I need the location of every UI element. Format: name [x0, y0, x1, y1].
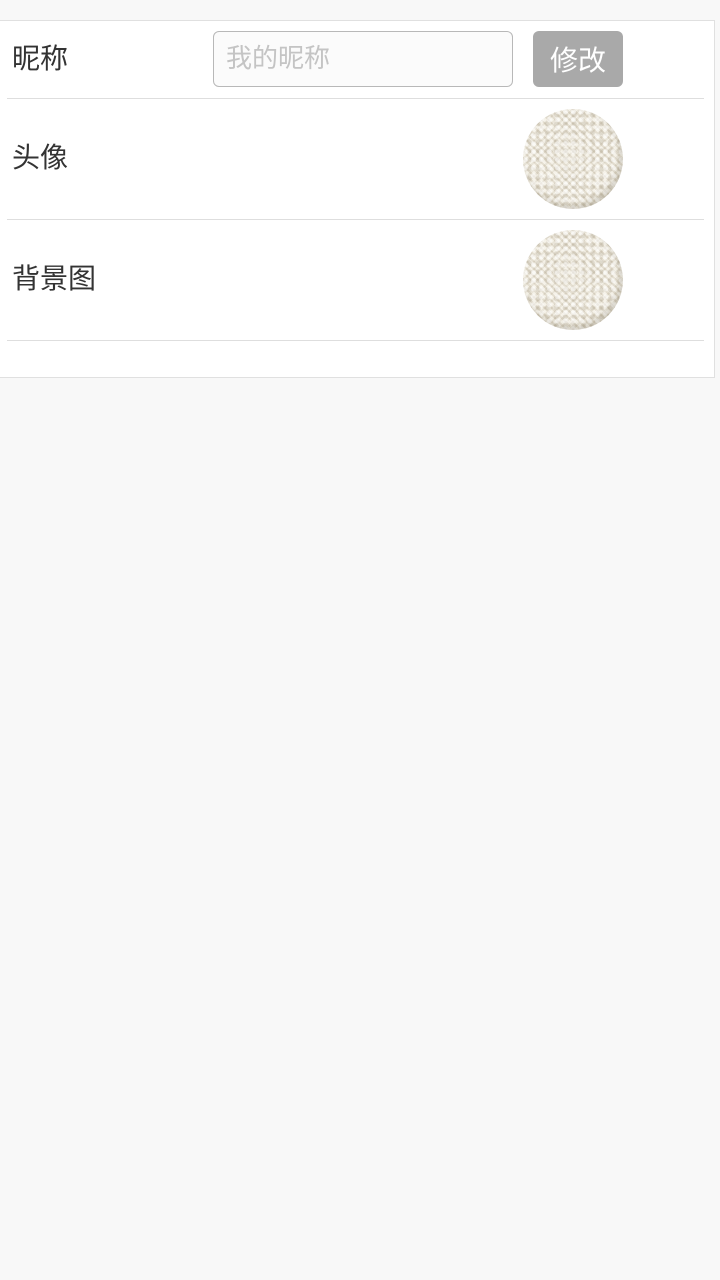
background-image-row[interactable]: 背景图	[7, 220, 704, 341]
nickname-row: 昵称 修改	[7, 21, 704, 99]
avatar-label: 头像	[12, 141, 69, 174]
avatar-image[interactable]	[523, 109, 623, 209]
background-image-label: 背景图	[12, 262, 97, 295]
modify-nickname-button[interactable]: 修改	[533, 31, 623, 87]
nickname-label: 昵称	[12, 42, 69, 75]
nickname-input[interactable]	[213, 31, 513, 87]
profile-settings-card: 昵称 修改 头像 背景图	[0, 20, 715, 378]
background-image-thumbnail[interactable]	[523, 230, 623, 330]
avatar-row[interactable]: 头像	[7, 99, 704, 220]
